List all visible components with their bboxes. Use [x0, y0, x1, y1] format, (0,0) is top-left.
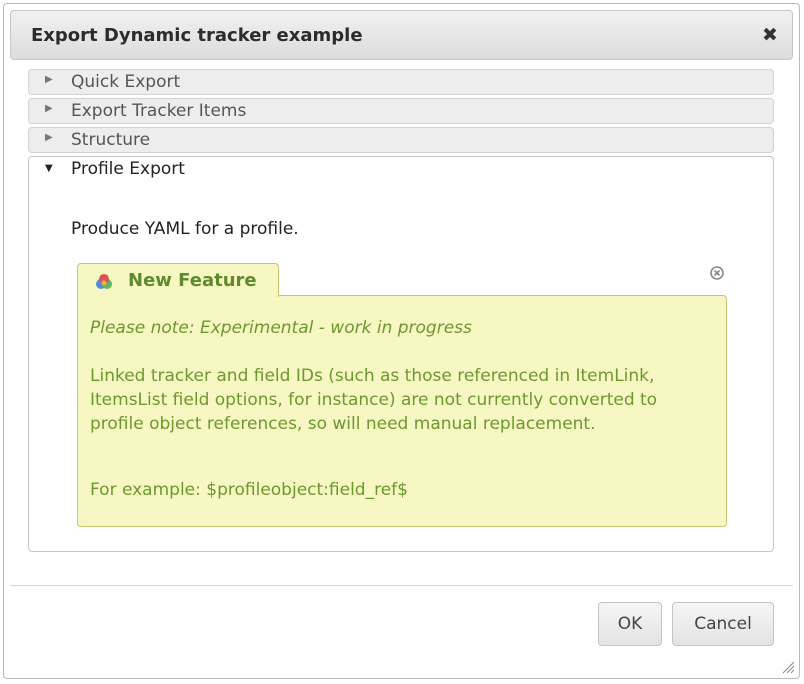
- feature-example: For example: $profileobject:field_ref$: [90, 480, 408, 500]
- caret-right-icon: ▶: [45, 103, 53, 114]
- cancel-button[interactable]: Cancel: [672, 602, 774, 646]
- accordion-label: Profile Export: [71, 159, 185, 179]
- dialog-titlebar[interactable]: Export Dynamic tracker example ✖: [10, 10, 793, 60]
- feature-title: New Feature: [128, 270, 257, 291]
- profile-export-intro: Produce YAML for a profile.: [71, 219, 299, 239]
- close-icon[interactable]: ✖: [758, 23, 782, 47]
- resize-grip-icon[interactable]: [781, 660, 795, 674]
- feature-note: Please note: Experimental - work in prog…: [90, 318, 472, 338]
- feature-cube-icon: [96, 274, 112, 289]
- accordion-header-export-tracker-items[interactable]: ▶ Export Tracker Items: [28, 98, 774, 124]
- caret-right-icon: ▶: [45, 132, 53, 143]
- feature-notice: Please note: Experimental - work in prog…: [77, 295, 727, 527]
- accordion-header-profile-export[interactable]: ▼ Profile Export: [29, 157, 773, 185]
- feature-tab: New Feature: [77, 263, 279, 297]
- caret-right-icon: ▶: [45, 74, 53, 85]
- accordion-label: Export Tracker Items: [71, 101, 247, 121]
- export-dialog: Export Dynamic tracker example ✖ ▶ Quick…: [3, 3, 800, 679]
- feature-description: Linked tracker and field IDs (such as th…: [90, 366, 658, 434]
- accordion-header-quick-export[interactable]: ▶ Quick Export: [28, 69, 774, 95]
- caret-down-icon: ▼: [45, 163, 53, 174]
- footer-divider: [10, 585, 793, 586]
- accordion-label: Quick Export: [71, 72, 181, 92]
- dialog-title: Export Dynamic tracker example: [31, 25, 363, 46]
- accordion-header-structure[interactable]: ▶ Structure: [28, 127, 774, 153]
- accordion-label: Structure: [71, 130, 151, 150]
- accordion-panel-profile-export: ▼ Profile Export Produce YAML for a prof…: [28, 156, 774, 552]
- ok-button[interactable]: OK: [598, 602, 662, 646]
- circle-close-icon[interactable]: [709, 265, 725, 281]
